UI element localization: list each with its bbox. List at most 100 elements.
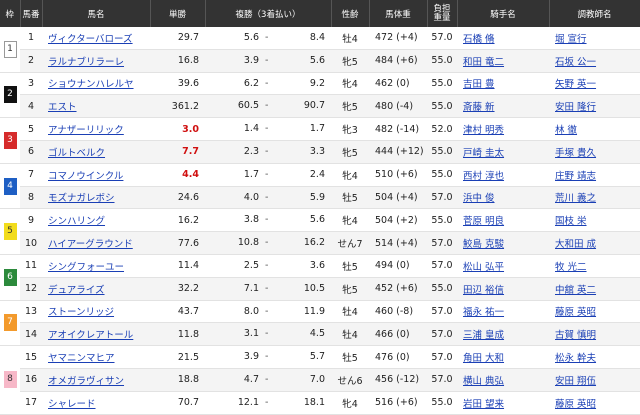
header-place-odds[interactable]: 複勝（3着払い） (205, 0, 332, 27)
jockey-name-link[interactable]: 福永 祐一 (463, 307, 504, 318)
horse-name-link[interactable]: アオイクレアトール (48, 330, 133, 341)
horse-name-link[interactable]: ハイアーグラウンド (48, 239, 133, 250)
horse-name: ストーンリッジ (42, 300, 150, 324)
horse-name-link[interactable]: シンハリング (48, 216, 105, 227)
load-weight-value: 57.0 (431, 328, 453, 340)
place-odds-dash: - (265, 259, 269, 271)
horse-name-link[interactable]: ショウナンハレルヤ (48, 79, 134, 90)
win-odds: 11.4 (150, 254, 205, 278)
horse-name-link[interactable]: ヴィクターバローズ (48, 34, 133, 45)
trainer-name-link[interactable]: 藤原 英昭 (555, 307, 596, 318)
load-weight: 57.0 (427, 368, 457, 392)
trainer-name-link[interactable]: 安田 翔伍 (555, 376, 596, 387)
header-load-weight[interactable]: 負担重量 (427, 0, 458, 27)
trainer-name-link[interactable]: 堀 宣行 (555, 34, 587, 45)
table-row: 3 5 アナザーリリック 3.0 1.4- 1.7 牝3 482 (-14) 52.0 津村 明秀… (0, 117, 640, 164)
sex-age: 牡5 (331, 254, 369, 278)
jockey-name: 斎藤 新 (457, 94, 549, 119)
place-odds-max: 1.7 (309, 123, 325, 135)
win-odds: 16.2 (150, 208, 205, 233)
jockey-name-link[interactable]: 松山 弘平 (463, 262, 504, 273)
sex-age-value: 牝4 (342, 216, 358, 228)
table-row: 4 エスト 361.2 60.5- 90.7 牝5 480 (-4) 55.0 斎藤 新 安田 隆… (0, 94, 640, 119)
horse-name-link[interactable]: コマノウインクル (48, 171, 123, 182)
horse-name-link[interactable]: シャレード (48, 399, 96, 410)
header-jockey[interactable]: 騎手名 (457, 0, 550, 27)
horse-name-link[interactable]: デュアライズ (48, 285, 105, 296)
trainer-name-link[interactable]: 国枝 栄 (555, 216, 587, 227)
horse-name-link[interactable]: エスト (48, 102, 77, 113)
horse-name-link[interactable]: ゴルトベルク (48, 148, 105, 159)
sex-age-value: 牝4 (342, 170, 358, 182)
body-weight-value: 462 (0) (375, 77, 410, 89)
jockey-name-link[interactable]: 石橋 脩 (463, 34, 495, 45)
horse-name: シャレード (42, 391, 150, 415)
horse-name-link[interactable]: ラルナブリラーレ (48, 57, 124, 68)
trainer-name-link[interactable]: 矢野 英一 (555, 79, 596, 90)
load-weight: 55.0 (427, 277, 457, 301)
win-odds: 24.6 (150, 186, 205, 210)
sex-age-value: 牡5 (342, 261, 358, 273)
jockey-name-link[interactable]: 田辺 裕信 (463, 285, 504, 296)
jockey-name-link[interactable]: 和田 竜二 (463, 57, 504, 68)
jockey-name-link[interactable]: 角田 大和 (463, 353, 504, 364)
header-horse-name[interactable]: 馬名 (42, 0, 151, 27)
trainer-name-link[interactable]: 松永 幹夫 (555, 353, 596, 364)
body-weight-value: 452 (+6) (375, 283, 418, 295)
horse-name-link[interactable]: ヤマニンマヒア (48, 353, 115, 364)
horse-name-link[interactable]: シングフォーユー (48, 262, 124, 273)
horse-number-value: 5 (27, 123, 35, 135)
sex-age-value: 牝4 (342, 79, 358, 91)
horse-name: ハイアーグラウンド (42, 231, 150, 255)
jockey-name-link[interactable]: 浜中 俊 (463, 193, 495, 204)
trainer-name-link[interactable]: 牧 光二 (555, 262, 587, 273)
trainer-name-link[interactable]: 荒川 義之 (555, 193, 596, 204)
jockey-name: 石橋 脩 (457, 27, 549, 50)
trainer-name-link[interactable]: 安田 隆行 (555, 102, 596, 113)
body-weight: 444 (+12) (369, 140, 427, 164)
place-odds: 3.9- 5.6 (205, 49, 331, 73)
jockey-name-link[interactable]: 戸崎 圭太 (463, 148, 504, 159)
horse-name: シングフォーユー (42, 254, 150, 278)
trainer-name-link[interactable]: 藤原 英昭 (555, 399, 596, 410)
body-weight-value: 484 (+6) (375, 55, 418, 67)
waku-cell: 7 (0, 300, 20, 347)
body-weight: 472 (+4) (369, 27, 427, 50)
waku-badge: 7 (3, 314, 17, 332)
trainer-name-link[interactable]: 中舘 英二 (555, 285, 596, 296)
horse-name-link[interactable]: モズナガレボシ (48, 193, 115, 204)
trainer-name-link[interactable]: 大和田 成 (555, 239, 596, 250)
jockey-name-link[interactable]: 菅原 明良 (463, 216, 504, 227)
jockey-name-link[interactable]: 津村 明秀 (463, 125, 504, 136)
jockey-name-link[interactable]: 横山 典弘 (463, 376, 504, 387)
jockey-name-link[interactable]: 斎藤 新 (463, 102, 495, 113)
trainer-name-link[interactable]: 石坂 公一 (555, 57, 596, 68)
jockey-name-link[interactable]: 鮫島 克駿 (463, 239, 504, 250)
header-trainer[interactable]: 調教師名 (549, 0, 640, 27)
header-sex-age[interactable]: 性齢 (331, 0, 370, 27)
horse-name-link[interactable]: ストーンリッジ (48, 307, 114, 318)
header-body-weight[interactable]: 馬体重 (369, 0, 428, 27)
header-win-odds[interactable]: 単勝 (150, 0, 206, 27)
jockey-name-link[interactable]: 吉田 豊 (463, 79, 495, 90)
header-waku[interactable]: 枠 (0, 0, 21, 27)
trainer-name-link[interactable]: 林 徹 (555, 125, 577, 136)
place-odds-max: 90.7 (303, 100, 325, 112)
horse-name-link[interactable]: オメガラヴィサン (48, 376, 124, 387)
trainer-name-link[interactable]: 古賀 慎明 (555, 330, 596, 341)
horse-number: 4 (20, 94, 42, 119)
place-odds: 3.1- 4.5 (205, 322, 331, 347)
trainer-name-link[interactable]: 庄野 靖志 (555, 171, 596, 182)
jockey-name-link[interactable]: 西村 淳也 (463, 171, 504, 182)
load-weight: 55.0 (427, 94, 457, 119)
win-odds: 32.2 (150, 277, 205, 301)
place-odds-dash: - (265, 214, 269, 226)
win-odds-value: 16.8 (177, 55, 199, 67)
jockey-name-link[interactable]: 三浦 皇成 (463, 330, 504, 341)
horse-number-value: 3 (27, 77, 35, 89)
jockey-name-link[interactable]: 岩田 望来 (463, 399, 504, 410)
header-number[interactable]: 馬番 (20, 0, 43, 27)
trainer-name: 堀 宣行 (549, 27, 640, 50)
horse-name-link[interactable]: アナザーリリック (48, 125, 124, 136)
trainer-name-link[interactable]: 手塚 貴久 (555, 148, 596, 159)
